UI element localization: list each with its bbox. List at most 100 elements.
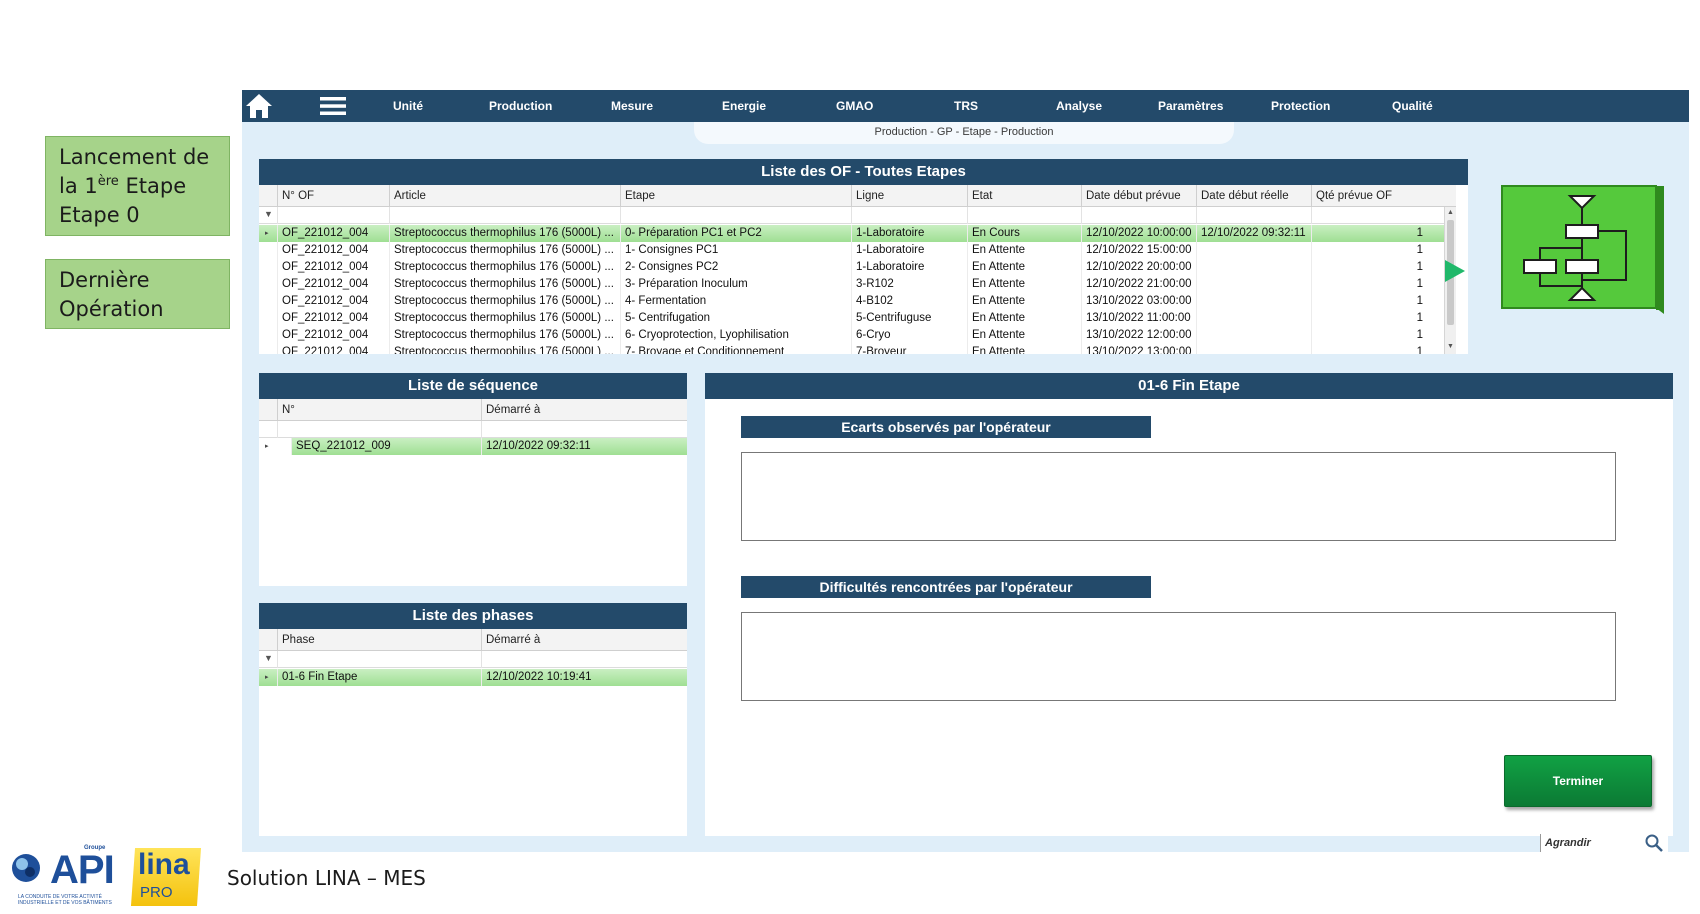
col-sequence-started[interactable]: Démarré à [481,399,687,421]
table-row[interactable]: OF_221012_004 Streptococcus thermophilus… [259,293,1444,310]
filter-icon[interactable]: ▼ [264,653,273,663]
table-row[interactable]: ▸ SEQ_221012_009 12/10/2022 09:32:11 [259,438,687,455]
table-row[interactable]: OF_221012_004 Streptococcus thermophilus… [259,344,1444,354]
filter-cell[interactable] [1311,207,1429,224]
nav-unite[interactable]: Unité [393,90,423,122]
cell-started: 12/10/2022 10:19:41 [481,669,687,686]
filter-cell[interactable] [277,207,389,224]
terminer-button[interactable]: Terminer [1504,755,1652,807]
cell-qte: 1 [1311,344,1429,354]
cell-ligne: 5-Centrifuguse [851,310,967,327]
filter-cell[interactable] [481,421,687,438]
nav-protection[interactable]: Protection [1271,90,1330,122]
col-qte-prevue[interactable]: Qté prévue OF [1311,185,1429,207]
cell-qte: 1 [1311,327,1429,344]
cell-ligne: 1-Laboratoire [851,242,967,259]
sequence-list-panel: Liste de séquence N° Démarré à ▸ SEQ_221… [259,373,687,586]
table-row[interactable]: OF_221012_004 Streptococcus thermophilus… [259,276,1444,293]
cell-etape: 2- Consignes PC2 [620,259,851,276]
cell-etape: 5- Centrifugation [620,310,851,327]
nav-trs[interactable]: TRS [954,90,978,122]
cell-of: OF_221012_004 [277,225,389,242]
table-row[interactable]: OF_221012_004 Streptococcus thermophilus… [259,327,1444,344]
footer-solution-text: Solution LINA – MES [227,866,426,890]
cell-etape: 3- Préparation Inoculum [620,276,851,293]
of-list-filter-row[interactable]: ▼ [259,207,1444,224]
cell-of: OF_221012_004 [277,259,389,276]
table-row[interactable]: ▸ OF_221012_004 Streptococcus thermophil… [259,225,1444,242]
filter-cell[interactable] [277,651,481,668]
cell-etape: 4- Fermentation [620,293,851,310]
col-article[interactable]: Article [389,185,620,207]
filter-cell[interactable] [481,651,687,668]
filter-icon[interactable]: ▼ [264,209,273,219]
nav-analyse[interactable]: Analyse [1056,90,1102,122]
scroll-up-icon[interactable]: ▲ [1445,207,1456,218]
table-row[interactable]: OF_221012_004 Streptococcus thermophilus… [259,242,1444,259]
col-etape[interactable]: Etape [620,185,851,207]
filter-cell[interactable] [389,207,620,224]
nav-production[interactable]: Production [489,90,552,122]
cell-ligne: 4-B102 [851,293,967,310]
search-text: Agrandir [1545,837,1591,849]
cell-date-prevue: 13/10/2022 11:00:00 [1081,310,1196,327]
filter-cell[interactable] [967,207,1081,224]
menu-icon[interactable] [320,96,346,116]
filter-cell[interactable] [1196,207,1311,224]
col-etat[interactable]: Etat [967,185,1081,207]
filter-cell[interactable] [620,207,851,224]
col-phase-started[interactable]: Démarré à [481,629,687,651]
cell-qte: 1 [1311,310,1429,327]
cell-of: OF_221012_004 [277,242,389,259]
sequence-list-header: N° Démarré à [259,399,687,421]
table-row[interactable]: OF_221012_004 Streptococcus thermophilus… [259,259,1444,276]
of-list-panel: Liste des OF - Toutes Etapes N° OF Artic… [259,159,1468,354]
table-row[interactable]: ▸ 01-6 Fin Etape 12/10/2022 10:19:41 [259,669,687,686]
col-phase[interactable]: Phase [277,629,481,651]
nav-parametres[interactable]: Paramètres [1158,90,1223,122]
row-indicator-icon: ▸ [265,443,269,450]
scroll-down-icon[interactable]: ▼ [1445,341,1456,352]
cell-date-prevue: 12/10/2022 21:00:00 [1081,276,1196,293]
workflow-diagram-icon[interactable] [1498,182,1668,314]
cell-etape: 6- Cryoprotection, Lyophilisation [620,327,851,344]
cell-article: Streptococcus thermophilus 176 (5000L) .… [389,259,620,276]
col-date-debut-prevue[interactable]: Date début prévue [1081,185,1196,207]
phase-filter-row[interactable]: ▼ [259,651,687,668]
filter-cell[interactable] [1081,207,1196,224]
note-launch-first-step: Lancement de la 1ère Etape Etape 0 [45,136,230,236]
cell-date-reelle: 12/10/2022 09:32:11 [1196,225,1311,242]
api-logo: API [50,848,115,892]
sequence-filter-row[interactable] [259,421,687,438]
cell-etape: 0- Préparation PC1 et PC2 [620,225,851,242]
col-date-debut-reelle[interactable]: Date début réelle [1196,185,1311,207]
home-icon[interactable] [244,92,274,120]
nav-qualite[interactable]: Qualité [1392,90,1433,122]
filter-cell[interactable] [851,207,967,224]
col-sequence-number[interactable]: N° [277,399,481,421]
cell-date-reelle [1196,310,1311,327]
cell-article: Streptococcus thermophilus 176 (5000L) .… [389,293,620,310]
search-icon[interactable] [1644,834,1664,852]
cell-sequence: SEQ_221012_009 [291,438,481,455]
cell-article: Streptococcus thermophilus 176 (5000L) .… [389,344,620,354]
cell-date-prevue: 13/10/2022 13:00:00 [1081,344,1196,354]
col-ligne[interactable]: Ligne [851,185,967,207]
nav-energie[interactable]: Energie [722,90,766,122]
col-of-number[interactable]: N° OF [277,185,389,207]
cell-etape: 7- Broyage et Conditionnement [620,344,851,354]
ecarts-textbox[interactable] [741,452,1616,541]
difficultes-textbox[interactable] [741,612,1616,701]
nav-gmao[interactable]: GMAO [836,90,873,122]
cell-date-prevue: 13/10/2022 03:00:00 [1081,293,1196,310]
cell-article: Streptococcus thermophilus 176 (5000L) .… [389,310,620,327]
ecarts-title: Ecarts observés par l'opérateur [741,416,1151,438]
cell-date-prevue: 13/10/2022 12:00:00 [1081,327,1196,344]
cell-of: OF_221012_004 [277,344,389,354]
filter-cell[interactable] [277,421,481,438]
play-arrow-icon[interactable] [1441,258,1467,284]
nav-mesure[interactable]: Mesure [611,90,653,122]
table-row[interactable]: OF_221012_004 Streptococcus thermophilus… [259,310,1444,327]
cell-phase: 01-6 Fin Etape [277,669,481,686]
cell-qte: 1 [1311,225,1429,242]
